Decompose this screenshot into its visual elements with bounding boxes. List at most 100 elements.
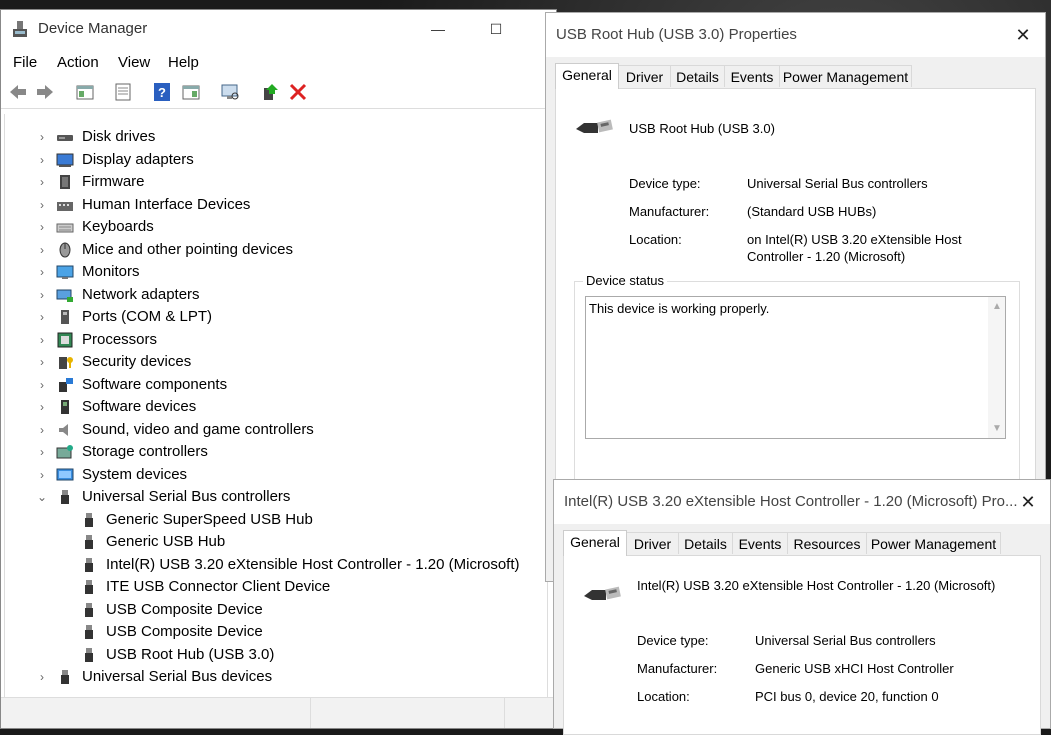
chevron-right-icon[interactable]: › bbox=[36, 149, 48, 171]
hid-icon bbox=[57, 201, 73, 211]
display-icon bbox=[56, 153, 74, 167]
menu-help[interactable]: Help bbox=[168, 54, 199, 71]
tree-category[interactable]: › Display adapters bbox=[5, 149, 545, 171]
network-icon bbox=[56, 289, 73, 302]
tab-power-management[interactable]: Power Management bbox=[866, 532, 1001, 554]
tab-events[interactable]: Events bbox=[732, 532, 788, 554]
tree-device[interactable]: Intel(R) USB 3.20 eXtensible Host Contro… bbox=[5, 554, 545, 576]
tab-details[interactable]: Details bbox=[678, 532, 733, 554]
usb-icon bbox=[85, 647, 93, 662]
tree-item-label: Security devices bbox=[82, 353, 192, 370]
device-manager-icon bbox=[13, 21, 27, 37]
close-icon[interactable]: ✕ bbox=[1006, 480, 1050, 524]
uninstall-device-icon[interactable] bbox=[288, 82, 308, 102]
show-hide-console-tree-icon[interactable] bbox=[75, 82, 95, 102]
usb-icon bbox=[85, 580, 93, 594]
tab-resources[interactable]: Resources bbox=[787, 532, 867, 554]
update-driver-icon[interactable] bbox=[260, 82, 280, 102]
device-tree: › Disk drives › Display adapters › Firmware › H… bbox=[4, 114, 548, 701]
forward-arrow-icon[interactable] bbox=[35, 82, 55, 102]
chevron-down-icon[interactable]: ⌄ bbox=[36, 486, 48, 508]
tab-power-management[interactable]: Power Management bbox=[779, 65, 912, 87]
status-scrollbar[interactable]: ▲ ▼ bbox=[988, 297, 1005, 438]
chevron-right-icon[interactable]: › bbox=[36, 464, 48, 486]
tree-category[interactable]: › Sound, video and game controllers bbox=[5, 419, 545, 441]
tree-device[interactable]: USB Root Hub (USB 3.0) bbox=[5, 644, 545, 666]
properties-icon[interactable] bbox=[113, 82, 133, 102]
chevron-right-icon[interactable]: › bbox=[36, 171, 48, 193]
manufacturer-value: Generic USB xHCI Host Controller bbox=[755, 661, 954, 676]
processor-icon bbox=[57, 332, 73, 347]
tree-item-label: Software devices bbox=[82, 398, 197, 415]
chevron-right-icon[interactable]: › bbox=[36, 441, 48, 463]
help-icon[interactable]: ? bbox=[152, 82, 172, 102]
tab-events[interactable]: Events bbox=[724, 65, 780, 87]
tree-category[interactable]: › Firmware bbox=[5, 171, 545, 193]
chevron-right-icon[interactable]: › bbox=[36, 329, 48, 351]
tree-category[interactable]: › Mice and other pointing devices bbox=[5, 239, 545, 261]
chevron-right-icon[interactable]: › bbox=[36, 351, 48, 373]
status-bar bbox=[1, 697, 556, 728]
dialog-title-bar: Intel(R) USB 3.20 eXtensible Host Contro… bbox=[554, 480, 1050, 524]
tree-category[interactable]: › Security devices bbox=[5, 351, 545, 373]
tree-category[interactable]: › System devices bbox=[5, 464, 545, 486]
menu-view[interactable]: View bbox=[118, 54, 150, 71]
menu-action[interactable]: Action bbox=[57, 54, 99, 71]
tree-category[interactable]: › Network adapters bbox=[5, 284, 545, 306]
back-arrow-icon[interactable] bbox=[8, 82, 28, 102]
software-component-icon bbox=[59, 377, 73, 392]
scroll-up-icon[interactable]: ▲ bbox=[992, 301, 1002, 312]
tree-category[interactable]: › Storage controllers bbox=[5, 441, 545, 463]
chevron-right-icon[interactable]: › bbox=[36, 284, 48, 306]
maximize-button[interactable]: ☐ bbox=[473, 12, 519, 46]
tree-category[interactable]: › Disk drives bbox=[5, 126, 545, 148]
chevron-right-icon[interactable]: › bbox=[36, 216, 48, 238]
device-type-label: Device type: bbox=[637, 633, 709, 648]
chevron-right-icon[interactable]: › bbox=[36, 374, 48, 396]
tree-category[interactable]: › Ports (COM & LPT) bbox=[5, 306, 545, 328]
chevron-right-icon[interactable]: › bbox=[36, 261, 48, 283]
tree-device[interactable]: ITE USB Connector Client Device bbox=[5, 576, 545, 598]
chevron-right-icon[interactable]: › bbox=[36, 126, 48, 148]
chevron-right-icon[interactable]: › bbox=[36, 419, 48, 441]
tree-category[interactable]: › Monitors bbox=[5, 261, 545, 283]
chevron-right-icon[interactable]: › bbox=[36, 239, 48, 261]
tree-category[interactable]: › Human Interface Devices bbox=[5, 194, 545, 216]
tree-item-label: Firmware bbox=[82, 173, 145, 190]
tree-category[interactable]: › Keyboards bbox=[5, 216, 545, 238]
tree-category[interactable]: ⌄ Universal Serial Bus controllers bbox=[5, 486, 545, 508]
usb-icon bbox=[85, 557, 93, 572]
location-label: Location: bbox=[629, 232, 682, 247]
close-icon[interactable]: ✕ bbox=[1001, 13, 1045, 57]
tree-device[interactable]: USB Composite Device bbox=[5, 621, 545, 643]
tree-device[interactable]: Generic SuperSpeed USB Hub bbox=[5, 509, 545, 531]
menu-bar: File Action View Help bbox=[1, 52, 556, 74]
chevron-right-icon[interactable]: › bbox=[36, 396, 48, 418]
device-status-textbox[interactable]: This device is working properly. ▲ ▼ bbox=[585, 296, 1006, 439]
tab-general[interactable]: General bbox=[563, 530, 627, 556]
manufacturer-value: (Standard USB HUBs) bbox=[747, 204, 877, 219]
tab-driver[interactable]: Driver bbox=[626, 532, 679, 554]
menu-file[interactable]: File bbox=[13, 54, 37, 71]
tree-category[interactable]: › Software devices bbox=[5, 396, 545, 418]
chevron-right-icon[interactable]: › bbox=[36, 666, 48, 688]
chevron-right-icon[interactable]: › bbox=[36, 306, 48, 328]
chevron-right-icon[interactable]: › bbox=[36, 194, 48, 216]
tree-item-label: Disk drives bbox=[82, 128, 156, 145]
tree-device[interactable]: USB Composite Device bbox=[5, 599, 545, 621]
minimize-button[interactable]: — bbox=[415, 12, 461, 46]
tree-item-label: Storage controllers bbox=[82, 443, 208, 460]
mouse-icon bbox=[59, 242, 71, 257]
tab-general[interactable]: General bbox=[555, 63, 619, 89]
security-icon bbox=[59, 357, 73, 369]
scroll-down-icon[interactable]: ▼ bbox=[992, 423, 1002, 434]
usb-icon bbox=[85, 535, 93, 549]
tree-category[interactable]: › Universal Serial Bus devices bbox=[5, 666, 545, 688]
tab-details[interactable]: Details bbox=[670, 65, 725, 87]
tab-driver[interactable]: Driver bbox=[618, 65, 671, 87]
tree-category[interactable]: › Software components bbox=[5, 374, 545, 396]
tree-category[interactable]: › Processors bbox=[5, 329, 545, 351]
scan-hardware-changes-icon[interactable] bbox=[220, 82, 240, 102]
tree-device[interactable]: Generic USB Hub bbox=[5, 531, 545, 553]
action-pane-icon[interactable] bbox=[181, 82, 201, 102]
